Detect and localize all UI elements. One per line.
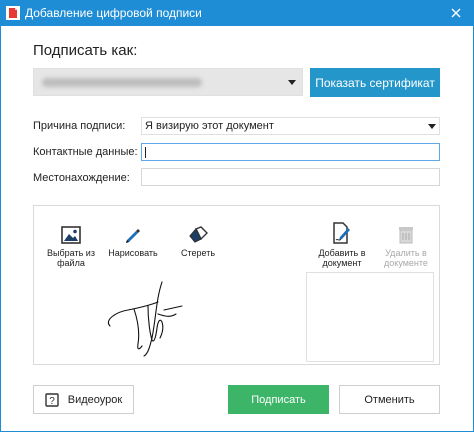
handwritten-signature	[108, 281, 183, 357]
signature-preview-box	[306, 272, 434, 362]
help-icon: ?	[45, 392, 59, 407]
close-button[interactable]	[438, 0, 474, 26]
reason-value: Я визирую этот документ	[145, 120, 274, 132]
text-caret	[145, 147, 146, 158]
add-to-document-label: Добавить в документ	[318, 248, 366, 268]
window-title: Добавление цифровой подписи	[25, 6, 202, 20]
video-tutorial-button[interactable]: ? Видеоурок	[33, 385, 134, 414]
cancel-button[interactable]: Отменить	[339, 385, 440, 414]
add-to-document-button[interactable]: Добавить в документ	[314, 222, 370, 268]
draw-label: Нарисовать	[108, 248, 158, 258]
draw-button[interactable]: Нарисовать	[104, 222, 162, 258]
video-tutorial-label: Видеоурок	[67, 393, 123, 406]
certificate-name-redacted	[42, 78, 202, 87]
trash-icon	[399, 227, 413, 244]
choose-from-file-label: Выбрать из файла	[47, 248, 95, 268]
reason-label: Причина подписи:	[33, 120, 126, 132]
contact-input[interactable]	[141, 143, 440, 161]
choose-from-file-button[interactable]: Выбрать из файла	[42, 222, 100, 268]
certificate-select[interactable]	[33, 68, 303, 96]
sign-button[interactable]: Подписать	[228, 385, 329, 414]
sign-as-label: Подписать как:	[33, 42, 138, 59]
remove-from-document-button[interactable]: Удалить в документе	[378, 222, 434, 268]
svg-text:?: ?	[49, 396, 55, 407]
remove-from-document-label: Удалить в документе	[384, 248, 428, 268]
reason-select[interactable]: Я визирую этот документ	[141, 117, 440, 135]
close-icon	[451, 8, 461, 18]
location-input[interactable]	[141, 168, 440, 186]
erase-button[interactable]: Стереть	[169, 222, 227, 258]
signature-panel: Выбрать из файла Нарисовать Стереть Доба…	[33, 205, 440, 365]
pen-icon	[126, 229, 140, 243]
app-icon	[6, 6, 20, 20]
eraser-icon	[189, 226, 208, 243]
erase-label: Стереть	[180, 248, 216, 258]
location-label: Местонахождение:	[33, 172, 130, 184]
document-sign-icon	[333, 222, 350, 244]
title-bar: Добавление цифровой подписи	[0, 0, 474, 26]
contact-label: Контактные данные:	[33, 146, 138, 158]
show-certificate-button[interactable]: Показать сертификат	[310, 68, 440, 97]
dropdown-arrow-icon	[288, 80, 296, 85]
picture-icon	[61, 226, 81, 244]
dropdown-arrow-icon	[428, 124, 436, 129]
